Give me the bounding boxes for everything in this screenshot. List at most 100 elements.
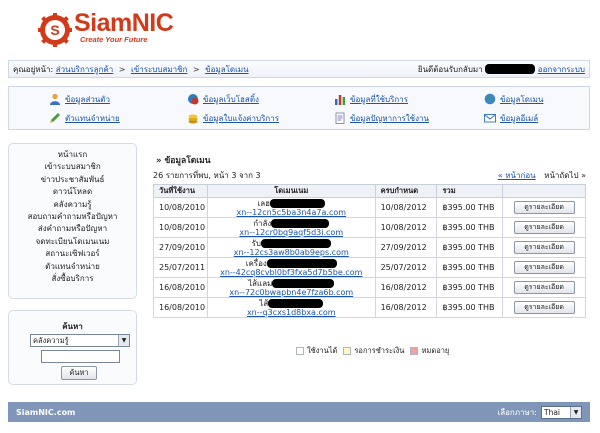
quick-menu-invoices[interactable]: ข้อมูลใบแจ้งค่าบริการ [187,109,279,127]
document-icon [335,112,345,124]
domain-punycode-link[interactable]: xn--72c0bwapbn4e7fza6b.com [229,288,353,297]
redacted-domain-text [272,278,335,288]
table-row: 16/08/2010 ไส้ xn--q3cxs1d8bxa.com 16/08… [153,297,586,318]
domain-punycode-link[interactable]: xn--12cr0bq9aqf5d3i.com [239,228,343,237]
total-cell: ฿395.00 THB [436,257,504,278]
domain-punycode-link[interactable]: xn--42cq8cvbl0bf3fxa5d7b5be.com [220,268,362,277]
sidebar-item-faq[interactable]: สอบถามคำถามหรือปัญหา [9,211,136,223]
globe-icon [484,93,496,105]
due-date-cell: 16/08/2012 [374,297,438,318]
logo-tagline: Create Your Future [80,35,148,44]
breadcrumb-separator: > [118,64,126,74]
sidebar-item-knowledge-base[interactable]: คลังความรู้ [9,199,136,211]
quick-menu-reseller[interactable]: ตัวแทนจำหน่าย [49,109,120,127]
welcome-text: ยินดีต้อนรับกลับมา [417,64,483,74]
view-details-button[interactable]: ดูรายละเอียด [513,301,575,314]
action-cell: ดูรายละเอียด [502,197,586,218]
breadcrumb-customer-service[interactable]: ส่วนบริการลูกค้า [56,65,113,74]
quick-menu-profile[interactable]: ข้อมูลส่วนตัว [49,90,110,108]
sidebar-item-news[interactable]: ข่าวประชาสัมพันธ์ [9,174,136,186]
domain-name-text: ไส้แลม [248,278,273,288]
sidebar-item-submit-question[interactable]: ส่งคำถามหรือปัญหา [9,223,136,235]
column-header-due-date: ครบกำหนด [374,184,438,198]
redacted-domain-text [260,238,331,248]
sidebar-item-order[interactable]: สั่งซื้อบริการ [9,273,136,285]
sidebar-item-member-login[interactable]: เข้าระบบสมาชิก [9,161,136,173]
quick-menu-services[interactable]: ข้อมูลที่ใช้บริการ [334,90,408,108]
next-page-label: หน้าถัดไป » [544,171,586,180]
chevron-down-icon: ▼ [570,406,581,418]
sidebar-item-register-domain[interactable]: จดทะเบียนโดเมนเนม [9,236,136,248]
quick-menu-label: ตัวแทนจำหน่าย [65,113,120,123]
due-date-cell: 25/07/2012 [374,257,438,278]
start-date-cell: 16/08/2010 [153,277,208,298]
start-date-cell: 27/09/2010 [153,237,208,258]
previous-page-link[interactable]: « หน้าก่อน [498,171,536,180]
domain-punycode-link[interactable]: xn--q3cxs1d8bxa.com [247,308,336,317]
footer-bar: SiamNIC.com เลือกภาษา: Thai ▼ [8,402,590,422]
result-summary: 26 รายการที่พบ, หน้า 3 จาก 3 [153,171,261,180]
sidebar-item-reseller[interactable]: ตัวแทนจำหน่าย [9,261,136,273]
domain-table: วันที่ใช้งาน โดเมนเนม ครบกำหนด รวม 10/08… [153,184,586,318]
sidebar-item-home[interactable]: หน้าแรก [9,149,136,161]
language-select[interactable]: Thai ▼ [541,405,582,419]
redacted-domain-text [268,298,324,308]
quick-menu-email[interactable]: ข้อมูลอีเมล์ [484,109,538,127]
legend-swatch [410,347,419,355]
due-date-cell: 10/08/2012 [374,197,438,218]
hosting-icon [188,94,199,105]
domain-name-text: เลฮ [257,198,271,208]
search-button[interactable]: ค้นหา [61,366,97,380]
sidebar-item-download[interactable]: ดาวน์โหลด [9,186,136,198]
quick-menu-label: ข้อมูลอีเมล์ [500,113,539,123]
language-value: Thai [544,407,561,417]
view-details-button[interactable]: ดูรายละเอียด [513,261,575,274]
domain-name-text: เครื่อง [245,258,267,268]
quick-menu-support[interactable]: ข้อมูลปัญหาการใช้งาน [334,109,429,127]
action-cell: ดูรายละเอียด [502,237,586,258]
domain-name-text: ไส้ [259,298,269,308]
sidebar-item-server-status[interactable]: สถานะเซิฟเวอร์ [9,248,136,260]
breadcrumb-member-login[interactable]: เข้าระบบสมาชิก [131,65,187,74]
quick-menu-label: ข้อมูลส่วนตัว [65,94,110,104]
quick-menu-label: ข้อมูลโดเมน [500,94,544,104]
quick-menu-domain[interactable]: ข้อมูลโดเมน [484,90,543,108]
quick-menu-label: ข้อมูลใบแจ้งค่าบริการ [203,113,280,123]
domain-cell: ไส้แลม xn--72c0bwapbn4e7fza6b.com [206,277,376,298]
logout-link[interactable]: ออกจากระบบ [538,65,585,74]
action-cell: ดูรายละเอียด [502,297,586,318]
view-details-button[interactable]: ดูรายละเอียด [513,201,575,214]
search-category-select[interactable]: คลังความรู้ ▼ [30,334,130,347]
legend-item-pending: รอการชำระเงิน [343,345,404,357]
coins-icon [188,114,198,124]
domain-punycode-link[interactable]: xn--12cs3aw8b0ab9eps.com [234,248,349,257]
view-details-button[interactable]: ดูรายละเอียด [513,241,575,254]
page-title: » ข้อมูลโดเมน [156,153,211,167]
legend-label: ใช้งานได้ [307,346,338,355]
total-cell: ฿395.00 THB [436,237,504,258]
due-date-cell: 16/08/2012 [374,277,438,298]
total-cell: ฿395.00 THB [436,197,504,218]
view-details-button[interactable]: ดูรายละเอียด [513,281,575,294]
domain-cell: รับ xn--12cs3aw8b0ab9eps.com [206,237,376,258]
chevron-down-icon: ▼ [118,335,129,346]
column-header-domain: โดเมนเนม [206,184,376,198]
page-title-text: ข้อมูลโดเมน [164,156,211,166]
siamnic-logo[interactable]: S SiamNIC Create Your Future [38,8,174,50]
search-panel: ค้นหา คลังความรู้ ▼ ค้นหา [8,310,137,385]
breadcrumb: คุณอยู่หน้า: ส่วนบริการลูกค้า > เข้าระบบ… [13,63,418,76]
search-input[interactable] [41,350,120,363]
quick-menu-hosting[interactable]: ข้อมูลเว็บโฮสติ้ง [187,90,259,108]
start-date-cell: 10/08/2010 [153,197,208,218]
domain-cell: กำลัง xn--12cr0bq9aqf5d3i.com [206,217,376,238]
total-cell: ฿395.00 THB [436,297,504,318]
quick-menu: ข้อมูลส่วนตัว ข้อมูลเว็บโฮสติ้ง ข้อมูลที… [8,86,590,130]
column-header-action [502,184,586,198]
domain-punycode-link[interactable]: xn--12cn5c5ba3n4a7a.com [236,208,346,217]
search-title: ค้นหา [62,322,83,331]
sidebar-menu: หน้าแรก เข้าระบบสมาชิก ข่าวประชาสัมพันธ์… [8,143,137,299]
domain-cell: ไส้ xn--q3cxs1d8bxa.com [206,297,376,318]
view-details-button[interactable]: ดูรายละเอียด [513,221,575,234]
breadcrumb-prefix: คุณอยู่หน้า: [13,64,54,74]
breadcrumb-domain-info[interactable]: ข้อมูลโดเมน [205,65,248,74]
